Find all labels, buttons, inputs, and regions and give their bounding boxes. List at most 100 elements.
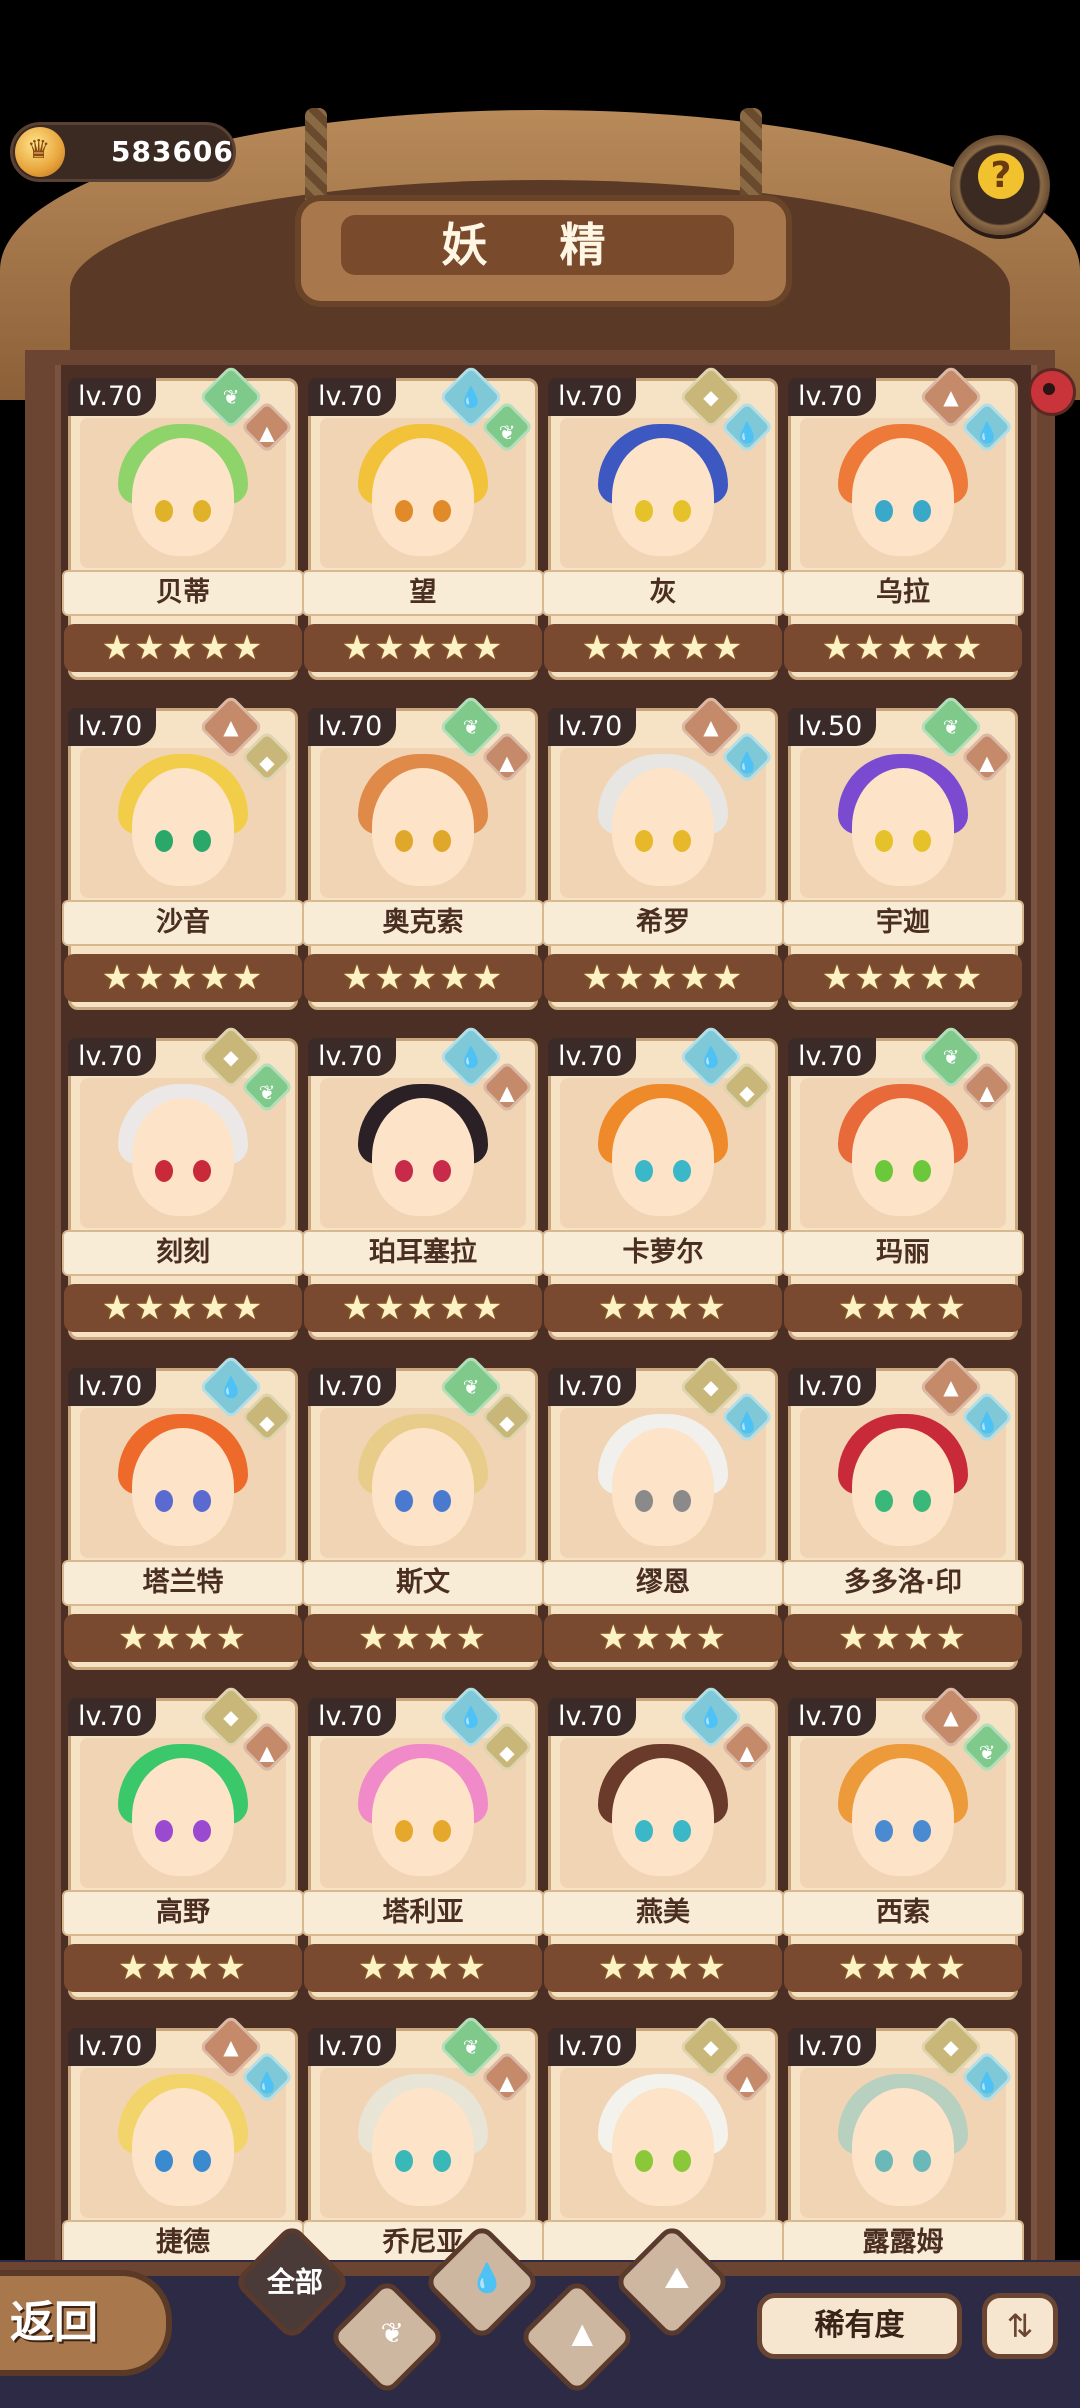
element-icon: ❦ <box>978 1740 996 1765</box>
level-badge: lv.70 <box>788 1038 877 1076</box>
fairy-card[interactable]: lv.70 💧 ▲ 珀耳塞拉 ★★★★★ <box>302 1024 544 1340</box>
level-badge: lv.70 <box>788 378 877 416</box>
element-icon: ❦ <box>258 1080 276 1105</box>
element-icon: 💧 <box>734 1410 760 1435</box>
fairy-name: 希罗 <box>636 907 690 938</box>
fairy-eye <box>875 830 893 852</box>
element-icon: ◆ <box>703 2035 719 2059</box>
fairy-name: 塔兰特 <box>142 1567 224 1598</box>
fairy-card[interactable]: lv.70 ❦ ▲ 玛丽 ★★★★ <box>782 1024 1024 1340</box>
fairy-eye <box>395 500 413 522</box>
back-button[interactable]: 返回 <box>0 2270 172 2376</box>
fairy-card[interactable]: lv.70 ◆ ❦ 刻刻 ★★★★★ <box>62 1024 304 1340</box>
element-icon: ◆ <box>259 750 275 775</box>
fairy-eye <box>635 1490 653 1512</box>
sort-order-button[interactable]: ⇅ <box>982 2293 1058 2359</box>
fairy-face <box>852 2088 954 2206</box>
level-badge: lv.70 <box>548 1038 637 1076</box>
fairy-card[interactable]: lv.70 ◆ 💧 灰 ★★★★★ <box>542 364 784 680</box>
fairy-card[interactable]: lv.70 💧 ◆ 塔利亚 ★★★★ <box>302 1684 544 2000</box>
level-badge: lv.70 <box>548 1368 637 1406</box>
back-label: 返回 <box>10 2297 98 2348</box>
fairy-card[interactable]: lv.70 💧 ❦ 望 ★★★★★ <box>302 364 544 680</box>
element-icon: ◆ <box>223 1045 239 1069</box>
element-icon: ◆ <box>703 385 719 409</box>
fairy-eye <box>875 1820 893 1842</box>
fairy-card[interactable]: lv.70 ▲ 💧 多多洛·印 ★★★★ <box>782 1354 1024 1670</box>
fairy-face <box>852 1758 954 1876</box>
element-icon: ◆ <box>259 1410 275 1435</box>
level-badge: lv.70 <box>788 1368 877 1406</box>
fairy-eye <box>913 1820 931 1842</box>
level-badge: lv.70 <box>308 708 397 746</box>
ladybug-icon[interactable] <box>1028 368 1076 416</box>
fairy-eye <box>673 500 691 522</box>
fairy-card[interactable]: lv.70 ❦ ▲ 贝蒂 ★★★★★ <box>62 364 304 680</box>
fairy-eye <box>193 1490 211 1512</box>
fairy-card[interactable]: lv.70 ❦ ◆ 斯文 ★★★★ <box>302 1354 544 1670</box>
toolbar-edge <box>0 2262 1080 2276</box>
level-badge: lv.70 <box>68 2028 157 2066</box>
fairy-face <box>132 1098 234 1216</box>
fairy-eye <box>913 2150 931 2172</box>
rarity-label: 稀有度 <box>814 2308 905 2343</box>
fairy-eye <box>913 1160 931 1182</box>
fairy-eye <box>395 1490 413 1512</box>
element-icon: 💧 <box>218 1375 244 1399</box>
fairy-name: 缪恩 <box>636 1567 690 1598</box>
fairy-face <box>612 1098 714 1216</box>
level-badge: lv.70 <box>548 2028 637 2066</box>
coin-icon: ♛ <box>15 127 65 177</box>
fairy-eye <box>673 1160 691 1182</box>
element-icon: ◆ <box>703 1375 719 1399</box>
element-icon: ▲ <box>979 750 995 775</box>
fairy-card[interactable]: lv.50 ❦ ▲ 宇迦 ★★★★★ <box>782 694 1024 1010</box>
fairy-name: 西索 <box>876 1897 930 1928</box>
fairy-card[interactable]: lv.70 💧 ◆ 卡萝尔 ★★★★ <box>542 1024 784 1340</box>
element-icon: 💧 <box>734 750 760 775</box>
fairy-card[interactable]: lv.70 ◆ ▲ 高野 ★★★★ <box>62 1684 304 2000</box>
fairy-eye <box>673 1820 691 1842</box>
fairy-eye <box>193 830 211 852</box>
fairy-card[interactable]: lv.70 💧 ▲ 燕美 ★★★★ <box>542 1684 784 2000</box>
star-rating: ★★★★★ <box>821 628 985 668</box>
element-icon: 💧 <box>734 420 760 445</box>
level-badge: lv.70 <box>788 2028 877 2066</box>
element-icon: ▲ <box>739 2070 755 2095</box>
fairy-card[interactable]: lv.70 ▲ 💧 乌拉 ★★★★★ <box>782 364 1024 680</box>
fairy-name: 奥克索 <box>382 907 464 938</box>
fairy-name: 刻刻 <box>156 1237 210 1268</box>
element-icon: ▲ <box>943 385 959 409</box>
fairy-eye <box>433 1820 451 1842</box>
fairy-eye <box>193 2150 211 2172</box>
fairy-card[interactable]: lv.70 💧 ◆ 塔兰特 ★★★★ <box>62 1354 304 1670</box>
element-icon: ▲ <box>499 2070 515 2095</box>
fairy-card[interactable]: lv.70 ▲ ◆ 沙音 ★★★★★ <box>62 694 304 1010</box>
fairy-card[interactable]: lv.70 ▲ ❦ 西索 ★★★★ <box>782 1684 1024 2000</box>
star-rating: ★★★★ <box>118 1948 248 1988</box>
sort-list-icon: ⇅ <box>1006 2307 1034 2345</box>
element-icon: ◆ <box>739 1080 755 1105</box>
star-rating: ★★★★★ <box>821 958 985 998</box>
fairy-card[interactable]: lv.70 ◆ 💧 缪恩 ★★★★ <box>542 1354 784 1670</box>
fairy-name: 多多洛·印 <box>843 1567 963 1598</box>
level-badge: lv.70 <box>68 708 157 746</box>
rarity-sort-button[interactable]: 稀有度 <box>757 2293 962 2359</box>
fairy-eye <box>433 1490 451 1512</box>
fairy-eye <box>673 830 691 852</box>
element-icon: 💧 <box>458 1705 484 1729</box>
fairy-eye <box>193 1160 211 1182</box>
element-icon: ▲ <box>739 1740 755 1765</box>
fairy-eye <box>433 2150 451 2172</box>
mountain-icon: ▲ <box>571 2316 594 2350</box>
fairy-card[interactable]: lv.70 ❦ ▲ 奥克索 ★★★★★ <box>302 694 544 1010</box>
level-badge: lv.70 <box>68 1698 157 1736</box>
fairy-face <box>132 2088 234 2206</box>
grass-icon: ❦ <box>380 2316 405 2350</box>
fairy-eye <box>875 1160 893 1182</box>
star-rating: ★★★★★ <box>341 958 505 998</box>
fairy-eye <box>155 1820 173 1842</box>
fairy-card[interactable]: lv.70 ▲ 💧 希罗 ★★★★★ <box>542 694 784 1010</box>
help-button[interactable]: ? <box>950 135 1050 235</box>
fairy-face <box>372 2088 474 2206</box>
